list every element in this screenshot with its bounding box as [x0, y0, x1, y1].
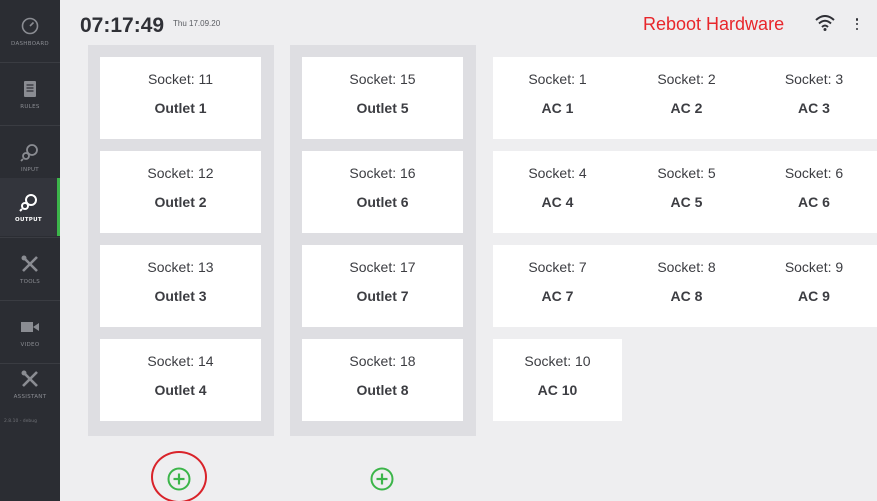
socket-card-outlet-4[interactable]: Socket: 14 Outlet 4 [100, 339, 261, 421]
outlet-label: Outlet 6 [356, 194, 409, 210]
sidebar-item-rules[interactable]: RULES [0, 63, 60, 125]
outlet-label: AC 10 [537, 382, 578, 398]
outlet-label: AC 7 [541, 288, 574, 304]
version-label: 2.8.10 - debug [4, 419, 37, 424]
socket-card-ac-8[interactable]: Socket: 8 AC 8 [622, 245, 751, 327]
sidebar-item-tools[interactable]: TOOLS [0, 238, 60, 300]
add-outlet-button-column-1[interactable] [167, 467, 191, 491]
sidebar-item-label: RULES [20, 104, 40, 110]
rules-document-icon [19, 78, 41, 100]
socket-card-ac-2[interactable]: Socket: 2 AC 2 [622, 57, 751, 139]
socket-card-ac-4[interactable]: Socket: 4 AC 4 [493, 151, 622, 233]
add-circle-icon [370, 467, 394, 491]
outlet-label: AC 2 [670, 100, 703, 116]
outlet-column-2: Socket: 15 Outlet 5 Socket: 16 Outlet 6 … [290, 45, 476, 436]
sidebar-item-assistant[interactable]: ASSISTANT [0, 353, 60, 415]
sidebar-item-output[interactable]: OUTPUT [0, 178, 60, 236]
outlet-label: AC 4 [541, 194, 574, 210]
outlet-label: Outlet 8 [356, 382, 409, 398]
sidebar-item-label: VIDEO [20, 342, 40, 348]
socket-card-outlet-5[interactable]: Socket: 15 Outlet 5 [302, 57, 463, 139]
add-outlet-button-column-2[interactable] [370, 467, 394, 491]
sidebar-item-label: ASSISTANT [13, 394, 47, 400]
socket-card-ac-5[interactable]: Socket: 5 AC 5 [622, 151, 751, 233]
socket-card-outlet-3[interactable]: Socket: 13 Outlet 3 [100, 245, 261, 327]
socket-label: Socket: 18 [349, 353, 416, 369]
sidebar-item-label: INPUT [21, 167, 39, 173]
output-plug-icon [18, 191, 40, 213]
more-menu-icon[interactable] [853, 16, 861, 32]
reboot-hardware-button[interactable]: Reboot Hardware [643, 14, 784, 35]
socket-card-outlet-7[interactable]: Socket: 17 Outlet 7 [302, 245, 463, 327]
socket-label: Socket: 2 [657, 71, 716, 87]
socket-card-ac-3[interactable]: Socket: 3 AC 3 [751, 57, 877, 139]
socket-label: Socket: 9 [784, 259, 844, 275]
socket-label: Socket: 10 [524, 353, 591, 369]
outlet-label: AC 6 [798, 194, 830, 210]
socket-card-ac-7[interactable]: Socket: 7 AC 7 [493, 245, 622, 327]
socket-card-outlet-6[interactable]: Socket: 16 Outlet 6 [302, 151, 463, 233]
tools-icon [19, 253, 41, 275]
wifi-icon[interactable] [815, 15, 835, 31]
socket-label: Socket: 16 [349, 165, 416, 181]
sidebar-item-label: DASHBOARD [11, 41, 49, 47]
assistant-tools-icon [19, 368, 41, 390]
outlet-label: Outlet 7 [356, 288, 409, 304]
outlet-column-1: Socket: 11 Outlet 1 Socket: 12 Outlet 2 … [88, 45, 274, 436]
socket-label: Socket: 11 [147, 71, 214, 87]
outlet-label: AC 5 [670, 194, 703, 210]
outlet-label: Outlet 3 [154, 288, 207, 304]
socket-label: Socket: 7 [528, 259, 587, 275]
socket-label: Socket: 12 [147, 165, 214, 181]
socket-label: Socket: 13 [147, 259, 214, 275]
outlet-label: AC 3 [798, 100, 830, 116]
outlet-label: Outlet 2 [154, 194, 207, 210]
socket-label: Socket: 17 [349, 259, 416, 275]
sidebar-item-label: TOOLS [19, 279, 41, 285]
outlet-label: AC 9 [798, 288, 830, 304]
socket-card-ac-9[interactable]: Socket: 9 AC 9 [751, 245, 877, 327]
video-camera-icon [19, 316, 41, 338]
socket-card-ac-1[interactable]: Socket: 1 AC 1 [493, 57, 622, 139]
dashboard-gauge-icon [19, 15, 41, 37]
clock-time: 07:17:49 [80, 14, 165, 37]
sidebar: DASHBOARD RULES INPUT OUTPUT TOOLS VIDEO [0, 0, 60, 501]
socket-label: Socket: 3 [784, 71, 844, 87]
outlet-label: Outlet 5 [356, 100, 409, 116]
clock-date: Thu 17.09.20 [173, 19, 221, 28]
socket-card-ac-6[interactable]: Socket: 6 AC 6 [751, 151, 877, 233]
socket-card-outlet-2[interactable]: Socket: 12 Outlet 2 [100, 151, 261, 233]
socket-label: Socket: 6 [784, 165, 844, 181]
add-circle-icon [167, 467, 191, 491]
socket-label: Socket: 4 [528, 165, 587, 181]
outlet-label: AC 8 [670, 288, 703, 304]
input-plug-icon [19, 141, 41, 163]
socket-label: Socket: 5 [657, 165, 716, 181]
socket-label: Socket: 1 [528, 71, 587, 87]
socket-card-ac-10[interactable]: Socket: 10 AC 10 [493, 339, 622, 421]
outlet-label: Outlet 4 [154, 382, 207, 398]
socket-card-outlet-1[interactable]: Socket: 11 Outlet 1 [100, 57, 261, 139]
outlet-label: AC 1 [541, 100, 574, 116]
sidebar-item-dashboard[interactable]: DASHBOARD [0, 0, 60, 62]
socket-label: Socket: 15 [349, 71, 416, 87]
sidebar-item-label: OUTPUT [15, 217, 42, 223]
socket-label: Socket: 8 [657, 259, 716, 275]
socket-card-outlet-8[interactable]: Socket: 18 Outlet 8 [302, 339, 463, 421]
socket-label: Socket: 14 [147, 353, 214, 369]
outlet-label: Outlet 1 [154, 100, 207, 116]
